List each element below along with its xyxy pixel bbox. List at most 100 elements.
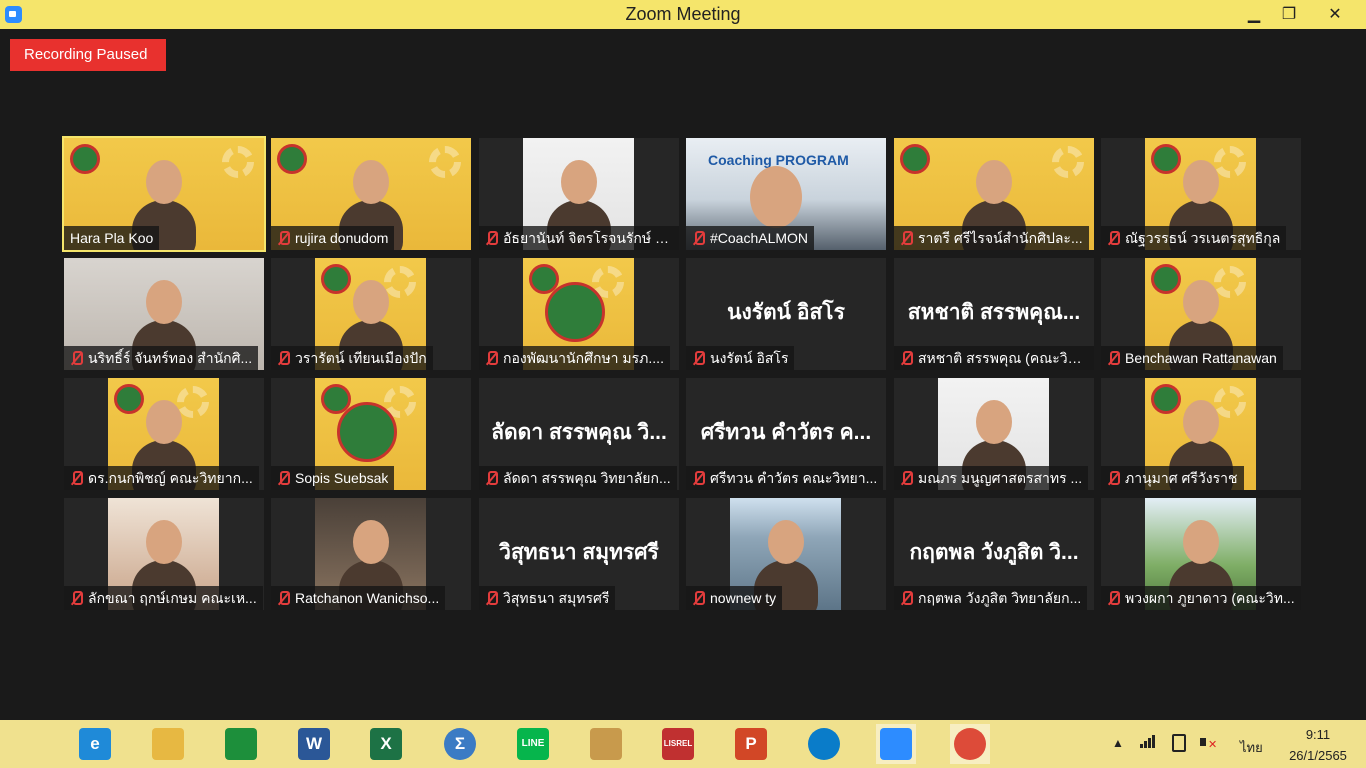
participant-tile[interactable]: Ratchanon Wanichso... [271, 498, 471, 610]
participant-tile[interactable]: อัธยานันท์ จิตรโรจนรักษ์ ค... [479, 138, 679, 250]
clock-time[interactable]: 9:11 [1290, 727, 1346, 742]
zoom-icon [880, 728, 912, 760]
line-taskbar-button[interactable]: LINE [513, 724, 553, 764]
participant-name: ลักขณา ฤกษ์เกษม คณะเห... [88, 590, 257, 606]
participant-nameplate: อัธยานันท์ จิตรโรจนรักษ์ ค... [479, 226, 679, 250]
participant-tile[interactable]: ลักขณา ฤกษ์เกษม คณะเห... [64, 498, 264, 610]
zoom-taskbar-button[interactable] [876, 724, 916, 764]
recording-paused-button[interactable]: Recording Paused [10, 39, 166, 71]
participant-name: rujira donudom [295, 230, 389, 246]
store-icon [225, 728, 257, 760]
participant-name: นริทธิ์ร์ จันทร์ทอง สำนักศิ... [88, 350, 253, 366]
muted-mic-icon [1107, 590, 1120, 606]
chrome-taskbar-button[interactable] [950, 724, 990, 764]
participant-name: ณัฐวรรธน์ วรเนตรสุทธิกุล [1125, 230, 1281, 246]
participant-name: กฤตพล วังภูสิต วิทยาลัยก... [918, 590, 1082, 606]
participant-tile[interactable]: นริทธิ์ร์ จันทร์ทอง สำนักศิ... [64, 258, 264, 370]
participant-nameplate: กฤตพล วังภูสิต วิทยาลัยก... [894, 586, 1088, 610]
participant-tile[interactable]: วรารัตน์ เทียนเมืองปัก [271, 258, 471, 370]
participant-name: นงรัตน์ อิสโร [710, 350, 789, 366]
powerpoint-taskbar-button[interactable]: P [731, 724, 771, 764]
lisrel-icon: LISREL [662, 728, 694, 760]
participant-name: พวงผกา ภูยาดาว (คณะวิท... [1125, 590, 1295, 606]
volume-muted-icon[interactable]: ✕ [1200, 734, 1217, 751]
participant-tile[interactable]: ศรีทวน คำวัตร ค... ศรีทวน คำวัตร คณะวิทยา… [686, 378, 886, 490]
person-face [560, 160, 597, 204]
participant-name: ราตรี ศรีไรจน์สำนักศิปละ... [918, 230, 1083, 246]
participant-nameplate: ณัฐวรรธน์ วรเนตรสุทธิกุล [1101, 226, 1287, 250]
participant-tile[interactable]: พวงผกา ภูยาดาว (คณะวิท... [1101, 498, 1301, 610]
muted-mic-icon [1107, 230, 1120, 246]
university-seal-icon [900, 144, 930, 174]
participant-tile[interactable]: มณภร มนูญศาสตรสาทร ... [894, 378, 1094, 490]
lisrel-taskbar-button[interactable]: LISREL [658, 724, 698, 764]
participant-nameplate: มณภร มนูญศาสตรสาทร ... [894, 466, 1089, 490]
gear-decoration-icon [429, 146, 461, 178]
muted-mic-icon [900, 590, 913, 606]
windows-start-icon [14, 728, 46, 760]
signal-icon[interactable] [1140, 734, 1156, 750]
participant-tile[interactable]: Coaching PROGRAM #CoachALMON [686, 138, 886, 250]
close-button[interactable]: ✕ [1312, 0, 1358, 29]
maximize-button[interactable]: ❐ [1266, 0, 1312, 29]
participant-name: วรารัตน์ เทียนเมืองปัก [295, 350, 427, 366]
participant-tile[interactable]: rujira donudom [271, 138, 471, 250]
muted-mic-icon [70, 590, 83, 606]
participant-name: Sopis Suebsak [295, 470, 389, 486]
participant-display-name: ลัดดา สรรพคุณ วิ... [491, 421, 667, 444]
windows-start-taskbar-button[interactable] [10, 724, 50, 764]
participant-nameplate: Benchawan Rattanawan [1101, 346, 1283, 370]
participant-nameplate: วรารัตน์ เทียนเมืองปัก [271, 346, 433, 370]
muted-mic-icon [277, 470, 290, 486]
person-face [1182, 520, 1219, 564]
muted-mic-icon [692, 590, 705, 606]
edge-taskbar-button[interactable] [804, 724, 844, 764]
participant-name: สหชาติ สรรพคุณ (คณะวิท... [918, 350, 1088, 366]
clock-date[interactable]: 26/1/2565 [1284, 748, 1352, 763]
participant-tile[interactable]: นงรัตน์ อิสโร นงรัตน์ อิสโร [686, 258, 886, 370]
participant-display-name: นงรัตน์ อิสโร [727, 301, 845, 324]
participant-tile[interactable]: ลัดดา สรรพคุณ วิ... ลัดดา สรรพคุณ วิทยาลั… [479, 378, 679, 490]
chevron-up-icon[interactable]: ▲ [1112, 736, 1124, 750]
chrome-icon [954, 728, 986, 760]
participant-tile[interactable]: สหชาติ สรรพคุณ... สหชาติ สรรพคุณ (คณะวิท.… [894, 258, 1094, 370]
participant-tile[interactable]: กองพัฒนานักศึกษา มรภ.... [479, 258, 679, 370]
participant-tile[interactable]: Benchawan Rattanawan [1101, 258, 1301, 370]
participant-name: ลัดดา สรรพคุณ วิทยาลัยก... [503, 470, 671, 486]
person-face [145, 400, 182, 444]
paint-taskbar-button[interactable] [586, 724, 626, 764]
paint-icon [590, 728, 622, 760]
participant-tile[interactable]: Sopis Suebsak [271, 378, 471, 490]
language-indicator[interactable]: ไทย [1240, 737, 1263, 758]
excel-icon: X [370, 728, 402, 760]
participant-tile[interactable]: nownew ty [686, 498, 886, 610]
participant-nameplate: พวงผกา ภูยาดาว (คณะวิท... [1101, 586, 1301, 610]
participant-display-name: วิสุทธนา สมุทรศรี [499, 541, 659, 564]
university-seal-icon [321, 264, 351, 294]
participant-tile[interactable]: ดร.กนกพิชญ์ คณะวิทยาก... [64, 378, 264, 490]
muted-mic-icon [277, 350, 290, 366]
muted-mic-icon [277, 590, 290, 606]
battery-icon[interactable] [1172, 734, 1186, 752]
university-seal-icon [337, 402, 397, 462]
participant-nameplate: ลักขณา ฤกษ์เกษม คณะเห... [64, 586, 263, 610]
participant-tile[interactable]: วิสุทธนา สมุทรศรี วิสุทธนา สมุทรศรี [479, 498, 679, 610]
participant-nameplate: Sopis Suebsak [271, 466, 395, 490]
gear-decoration-icon [222, 146, 254, 178]
participant-tile[interactable]: ภานุมาศ ศรีวังราช [1101, 378, 1301, 490]
participant-tile[interactable]: ราตรี ศรีไรจน์สำนักศิปละ... [894, 138, 1094, 250]
store-taskbar-button[interactable] [221, 724, 261, 764]
participant-tile[interactable]: Hara Pla Koo [62, 136, 266, 252]
math-icon: Σ [444, 728, 476, 760]
word-taskbar-button[interactable]: W [294, 724, 334, 764]
math-taskbar-button[interactable]: Σ [440, 724, 480, 764]
person-face [767, 520, 804, 564]
participant-tile[interactable]: ณัฐวรรธน์ วรเนตรสุทธิกุล [1101, 138, 1301, 250]
participant-tile[interactable]: กฤตพล วังภูสิต วิ... กฤตพล วังภูสิต วิทยา… [894, 498, 1094, 610]
excel-taskbar-button[interactable]: X [366, 724, 406, 764]
participant-nameplate: ดร.กนกพิชญ์ คณะวิทยาก... [64, 466, 259, 490]
internet-explorer-taskbar-button[interactable]: e [75, 724, 115, 764]
person-face [352, 280, 389, 324]
file-explorer-taskbar-button[interactable] [148, 724, 188, 764]
word-icon: W [298, 728, 330, 760]
